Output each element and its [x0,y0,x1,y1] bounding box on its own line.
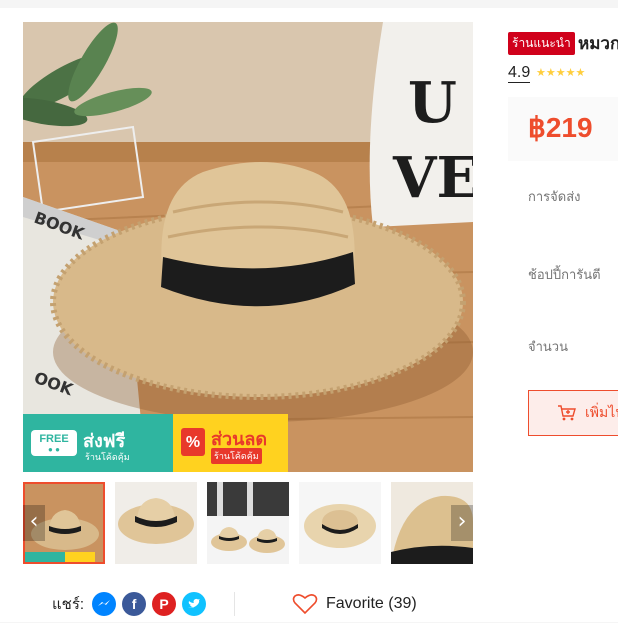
rating-stars-icon: ★★★★★ [536,67,586,79]
discount-banner: % ส่วนลด ร้านโค้ดคุ้ม [173,414,288,472]
free-shipping-banner: FREE ● ● ส่งฟรี ร้านโค้ดคุ้ม [23,414,173,472]
free-shipping-subtitle: ร้านโค้ดคุ้ม [85,452,130,462]
guarantee-label: ช้อปปี้การันตี [528,267,601,282]
favorite-button[interactable]: Favorite (39) [292,590,417,618]
cart-plus-icon [558,405,576,421]
add-to-cart-label: เพิ่มไป [585,404,618,420]
thumbnail-next-arrow-icon[interactable]: › [451,505,473,541]
share-divider [234,592,235,616]
thumbnail-prev-arrow-icon[interactable]: ‹ [23,505,45,541]
product-title: หมวก [578,34,618,53]
share-row: แชร์: f P [52,590,212,618]
heart-icon [292,594,318,615]
favorite-label: Favorite (39) [326,595,417,612]
svg-text:U: U [408,70,457,136]
free-badge-text: FREE [39,433,69,445]
mall-badge: ร้านแนะนำ [508,32,575,55]
top-strip [0,0,618,8]
thumbnail-3[interactable] [207,482,289,564]
twitter-icon[interactable] [182,592,207,616]
share-label: แชร์: [52,596,85,613]
thumbnail-4[interactable] [299,482,381,564]
product-page: U VE BOOK OOK FREE ● ● ส่งฟรี ร้านโค้ดคุ… [0,0,618,622]
quantity-label: จำนวน [528,339,568,354]
thumbnail-2[interactable] [115,482,197,564]
thumbnail-gallery: ‹ › [23,482,473,564]
percent-tag-icon: % [181,428,205,456]
messenger-icon[interactable] [92,592,117,616]
promo-banner: FREE ● ● ส่งฟรี ร้านโค้ดคุ้ม % ส่วนลด ร้… [23,414,288,472]
facebook-icon[interactable]: f [122,592,147,616]
rating-value[interactable]: 4.9 [508,64,531,83]
shipping-label: การจัดส่ง [528,189,581,204]
discount-subtitle: ร้านโค้ดคุ้ม [211,448,262,464]
pinterest-icon[interactable]: P [152,592,177,616]
svg-text:VE: VE [392,145,473,211]
main-product-image[interactable]: U VE BOOK OOK [23,22,473,472]
product-price: ฿219 [528,112,593,143]
price-box: ฿219 [508,97,618,161]
free-shipping-truck-icon: FREE ● ● [31,430,77,456]
add-to-cart-button[interactable]: เพิ่มไป [528,390,618,436]
